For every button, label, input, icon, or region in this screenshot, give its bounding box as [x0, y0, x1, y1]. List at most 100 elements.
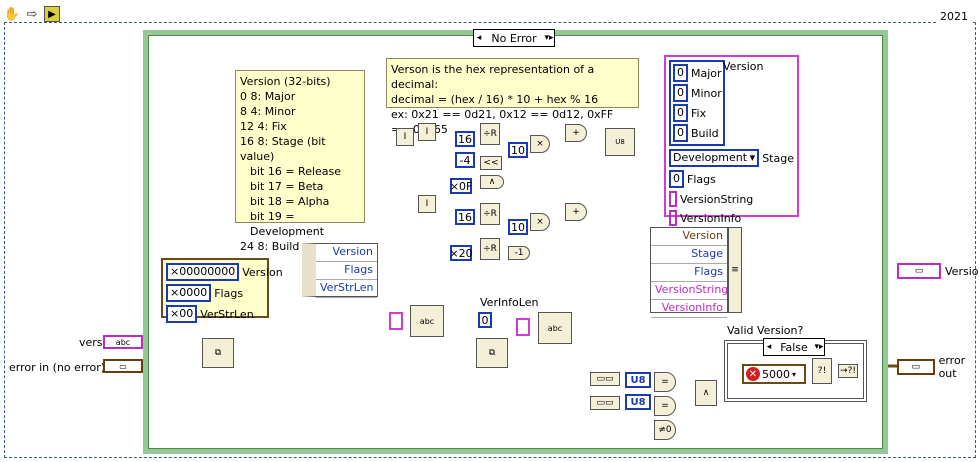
output-row: 0 Build: [673, 124, 721, 142]
error-out-terminal[interactable]: ▭ error out: [897, 354, 979, 380]
build-value[interactable]: 0: [673, 124, 688, 142]
stage-ring[interactable]: Development ▾: [669, 149, 760, 167]
string-box[interactable]: [669, 191, 677, 207]
bundle-handle[interactable]: ≡: [728, 227, 742, 313]
build-array-node[interactable]: U8: [605, 128, 635, 156]
string-box[interactable]: [669, 210, 677, 226]
inner-case-selector[interactable]: ◂ False ▾▸: [763, 338, 825, 356]
note-line: bit 18 = Alpha: [250, 195, 330, 208]
case-next-icon[interactable]: ▾▸: [814, 342, 824, 352]
cluster-row-label: Version: [242, 265, 283, 279]
flags-value[interactable]: ×0000: [166, 284, 212, 302]
verstrlen-value[interactable]: ×00: [166, 305, 198, 323]
dropdown-arrow-icon[interactable]: ▾: [750, 151, 756, 165]
fix-value[interactable]: 0: [673, 104, 688, 122]
split-node-2[interactable]: I: [418, 123, 436, 141]
vers-control[interactable]: abc: [103, 335, 143, 349]
const-16b[interactable]: 16: [455, 209, 475, 225]
flags-out-value[interactable]: 0: [669, 170, 684, 188]
quotient-node-2[interactable]: ÷R: [480, 203, 500, 225]
minor-value[interactable]: 0: [673, 84, 688, 102]
unbundle-node[interactable]: Version Flags VerStrLen: [302, 243, 378, 298]
error-code-const[interactable]: ✕ 5000 ▾: [742, 364, 806, 384]
const-minus4[interactable]: -4: [455, 152, 475, 168]
add-node-2[interactable]: +: [565, 203, 587, 221]
and-node[interactable]: ∧: [480, 175, 504, 189]
and-array-node[interactable]: ∧: [695, 380, 717, 406]
output-row: 0 Fix: [673, 104, 721, 122]
quotient-node-3[interactable]: ÷R: [480, 238, 500, 260]
cluster-row: ×0000 Flags: [166, 284, 264, 302]
verinfolen-label: VerInfoLen: [480, 296, 539, 309]
split-node-3[interactable]: I: [418, 195, 436, 213]
u8-convert[interactable]: U8: [625, 372, 651, 388]
string-subset-node-2[interactable]: abc: [538, 312, 572, 344]
multiply-node-2[interactable]: ×: [530, 213, 550, 231]
input-cluster[interactable]: ×00000000 Version ×0000 Flags ×00 VerStrLen: [161, 258, 283, 323]
add-node[interactable]: +: [565, 124, 587, 142]
note-line: bit 16 = Release: [250, 165, 342, 178]
cluster-row: ×00000000 Version: [166, 263, 283, 281]
note-line: bit 17 = Beta: [250, 180, 324, 193]
not-zero-node[interactable]: ≠0: [654, 420, 676, 440]
unflatten-icon: ⧉: [488, 348, 496, 358]
const-16[interactable]: 16: [455, 131, 475, 147]
multiply-node[interactable]: ×: [530, 135, 550, 153]
u8-convert-2[interactable]: U8: [625, 394, 651, 410]
bundle-item: Version: [651, 228, 727, 246]
merge-errors-node[interactable]: ?!: [812, 358, 832, 384]
equal-node[interactable]: =: [654, 372, 676, 392]
const-10b[interactable]: 10: [508, 219, 528, 235]
length-node[interactable]: ▭▭: [590, 372, 620, 386]
note-line: 16 8: Stage (bit value): [240, 135, 326, 163]
major-value[interactable]: 0: [673, 64, 688, 82]
note-line: 12 4: Fix: [240, 120, 287, 133]
unflatten-node-2[interactable]: ⧉: [476, 338, 508, 368]
error-icon: ✕: [746, 367, 760, 381]
version-out-box: ▭: [897, 263, 941, 279]
case-next-icon[interactable]: ▾▸: [544, 33, 554, 43]
case-prev-icon[interactable]: ◂: [474, 33, 484, 43]
version-value[interactable]: ×00000000: [166, 263, 240, 281]
const-10[interactable]: 10: [508, 142, 528, 158]
output-cluster-title: Version: [723, 60, 764, 73]
equal-node-2[interactable]: =: [654, 396, 676, 416]
unflatten-node[interactable]: ⧉: [202, 338, 234, 368]
note-line: bit 19 = Development: [250, 210, 325, 238]
hex-note: Verson is the hex representation of a de…: [386, 58, 639, 136]
bundle-item: Stage: [651, 246, 727, 264]
quotient-node[interactable]: ÷R: [480, 123, 500, 145]
string-const-2[interactable]: [516, 318, 530, 336]
note-line: 8 4: Minor: [240, 105, 296, 118]
dropdown-arrow-icon[interactable]: ▾: [792, 370, 796, 379]
bundle-item: VersionString: [651, 282, 728, 300]
error-in-label: error in (no error): [9, 361, 106, 374]
const-20[interactable]: ×20: [449, 245, 473, 261]
const-0[interactable]: 0: [478, 312, 492, 328]
string-row: VersionInfo: [669, 210, 794, 226]
case-selector[interactable]: ◂ No Error ▾▸: [473, 29, 555, 47]
case-prev-icon[interactable]: ◂: [764, 342, 774, 352]
split-node-1[interactable]: I: [396, 128, 414, 146]
string-label: VersionString: [680, 192, 754, 206]
length-node-2[interactable]: ▭▭: [590, 396, 620, 410]
select-error-node[interactable]: →?!: [838, 364, 858, 378]
note-line: decimal = (hex / 16) * 10 + hex % 16: [391, 93, 599, 106]
cluster-row-label: VerStrLen: [200, 307, 254, 321]
bitfield-note: Version (32-bits) 0 8: Major 8 4: Minor …: [235, 70, 365, 253]
string-const[interactable]: [389, 312, 403, 330]
string-subset-node[interactable]: abc: [410, 305, 444, 337]
const-0F[interactable]: ×0F: [450, 178, 472, 194]
inner-case-selector-label: False: [780, 340, 808, 354]
decrement-node[interactable]: -1: [508, 246, 530, 260]
bundle-item: VersionInfo: [651, 300, 727, 318]
output-row-label: Major: [691, 66, 722, 80]
error-code-value: 5000: [762, 367, 790, 381]
unbundle-item: Version: [316, 244, 377, 262]
unflatten-icon: ⧉: [214, 348, 222, 358]
unbundle-item: VerStrLen: [316, 280, 377, 298]
shift-node[interactable]: <<: [480, 156, 502, 170]
error-in-control[interactable]: ▭: [103, 359, 143, 373]
bundle-node[interactable]: Version Stage Flags VersionString Versio…: [650, 227, 728, 318]
version-out-terminal[interactable]: ▭ Version: [897, 261, 979, 281]
